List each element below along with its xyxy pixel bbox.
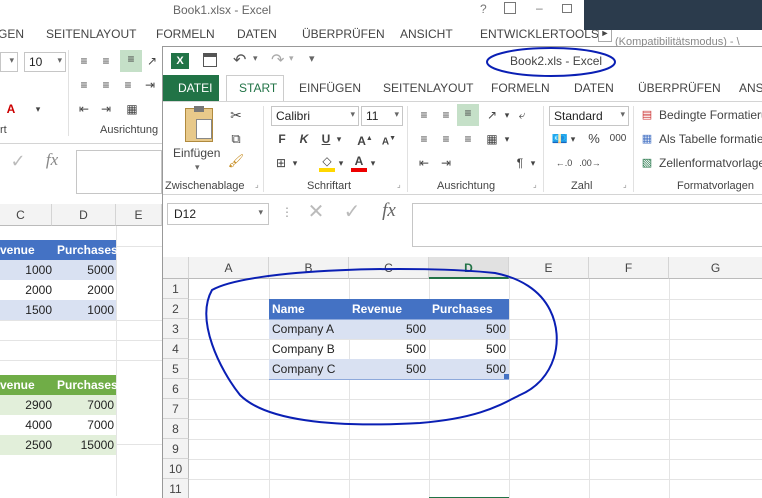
annotation-overlay xyxy=(205,47,616,426)
title-circle-annotation xyxy=(486,47,616,77)
table-circle-annotation xyxy=(205,267,558,426)
